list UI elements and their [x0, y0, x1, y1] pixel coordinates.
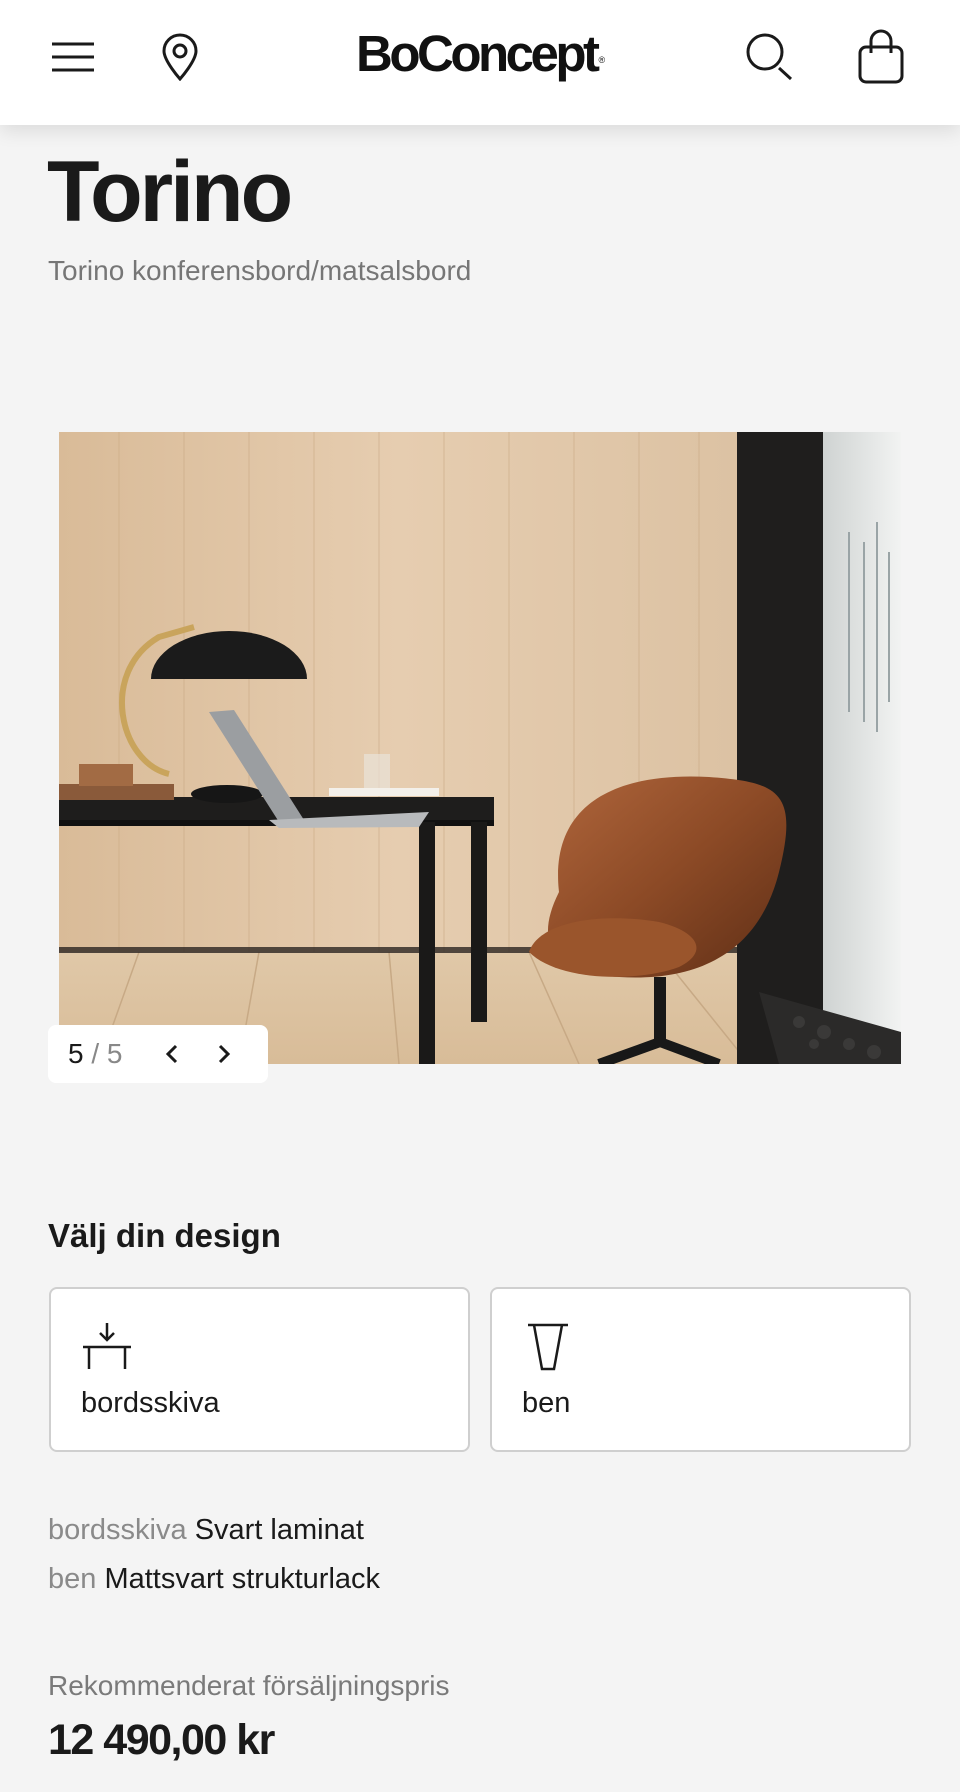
gallery-current: 5 — [68, 1038, 84, 1069]
registered-mark: ® — [598, 55, 606, 65]
selection-legs-key: ben — [48, 1563, 97, 1595]
selection-legs-value: Mattsvart strukturlack — [104, 1563, 381, 1595]
table-leg-icon — [528, 1323, 568, 1371]
product-subtitle: Torino konferensbord/matsalsbord — [48, 255, 472, 286]
product-photo-illustration — [59, 432, 901, 1064]
chevron-right-icon — [218, 1044, 231, 1064]
price-value: 12 490,00 kr — [48, 1716, 275, 1764]
site-header: BoConcept ® — [0, 0, 960, 125]
gallery-separator: / — [91, 1038, 100, 1069]
design-option-legs[interactable]: ben — [490, 1287, 911, 1452]
product-title: Torino — [47, 144, 293, 240]
design-heading: Välj din design — [48, 1217, 281, 1254]
design-option-legs-label: ben — [522, 1387, 571, 1419]
design-option-tabletop-label: bordsskiva — [81, 1387, 220, 1419]
selection-tabletop-value: Svart laminat — [194, 1514, 364, 1546]
selection-tabletop: bordsskiva Svart laminat — [48, 1510, 364, 1550]
selection-legs: ben Mattsvart strukturlack — [48, 1559, 380, 1599]
shopping-bag-icon[interactable] — [846, 22, 916, 92]
search-icon[interactable] — [735, 22, 805, 92]
menu-icon[interactable] — [38, 22, 108, 92]
chevron-left-icon — [165, 1044, 178, 1064]
location-pin-icon[interactable] — [145, 22, 215, 92]
previous-image-button[interactable] — [148, 1029, 198, 1079]
brand-name: BoConcept — [356, 25, 600, 82]
design-option-tabletop[interactable]: bordsskiva — [49, 1287, 470, 1452]
gallery-pager: 5 / 5 — [48, 1025, 268, 1083]
price-label: Rekommenderat försäljningspris — [48, 1670, 450, 1701]
tabletop-icon — [83, 1323, 131, 1369]
selection-tabletop-key: bordsskiva — [48, 1514, 187, 1546]
next-image-button[interactable] — [198, 1029, 248, 1079]
gallery-counter: 5 / 5 — [68, 1038, 148, 1070]
product-image[interactable] — [59, 432, 901, 1064]
brand-logo[interactable]: BoConcept ® — [356, 24, 606, 84]
gallery-total: 5 — [106, 1038, 123, 1069]
